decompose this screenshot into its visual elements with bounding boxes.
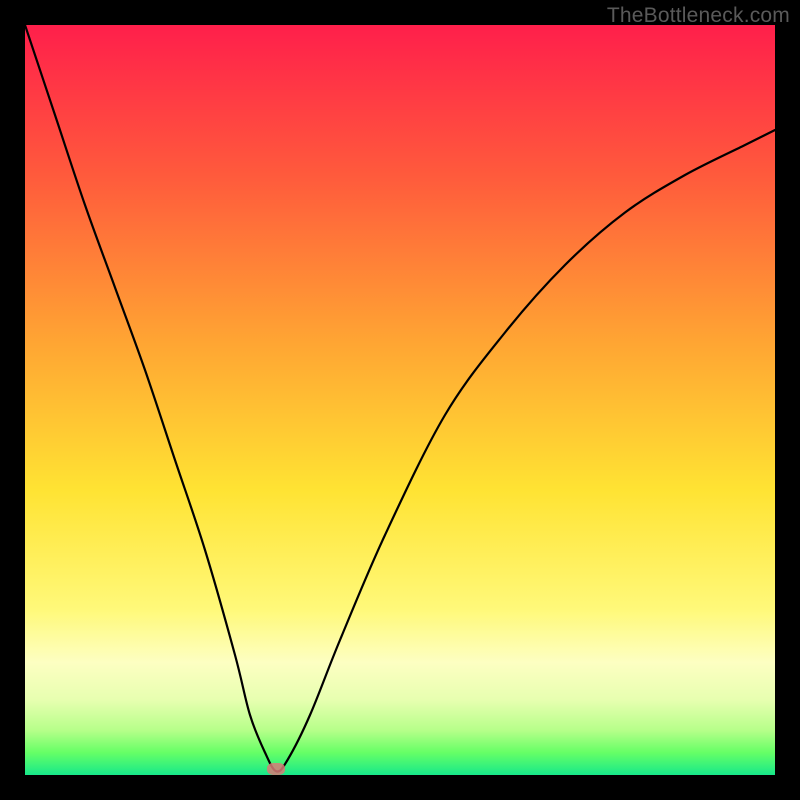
chart-frame: TheBottleneck.com xyxy=(0,0,800,800)
watermark-text: TheBottleneck.com xyxy=(607,4,790,28)
plot-area xyxy=(25,25,775,775)
optimal-point-marker xyxy=(267,763,285,775)
curve-layer xyxy=(25,25,775,775)
bottleneck-curve xyxy=(25,25,775,772)
